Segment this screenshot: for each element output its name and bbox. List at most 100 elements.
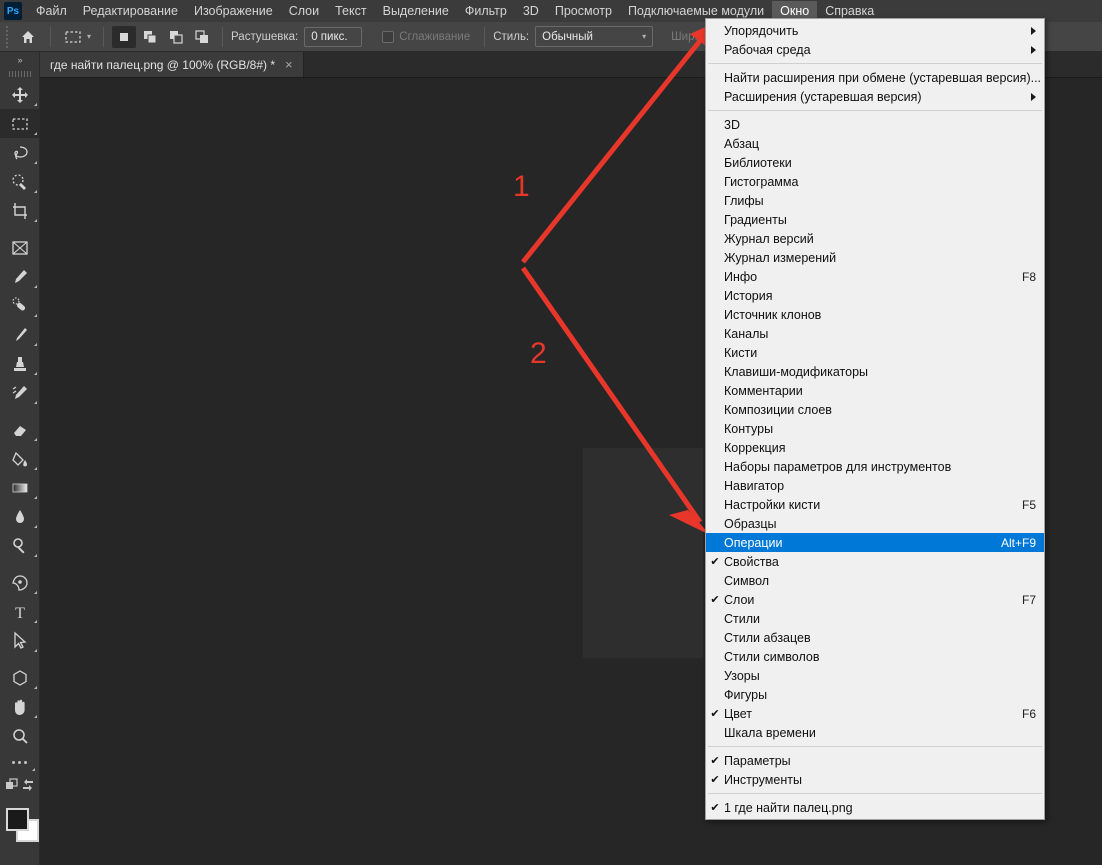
tool-group-indicator xyxy=(34,591,37,594)
menu-item-5[interactable]: Выделение xyxy=(375,1,457,21)
document-canvas[interactable] xyxy=(583,448,703,658)
eraser-tool[interactable] xyxy=(0,415,40,444)
quick-mask-icon[interactable] xyxy=(0,856,39,865)
menu-item-цвет[interactable]: ✔ Цвет F6 xyxy=(706,704,1044,723)
menu-item-шкала-времени[interactable]: Шкала времени xyxy=(706,723,1044,742)
menu-item-инфо[interactable]: Инфо F8 xyxy=(706,267,1044,286)
menu-item-история[interactable]: История xyxy=(706,286,1044,305)
foreground-color-swatch[interactable] xyxy=(6,808,29,831)
menu-item-фигуры[interactable]: Фигуры xyxy=(706,685,1044,704)
frame-tool[interactable] xyxy=(0,233,40,262)
spot-healing-brush-tool[interactable] xyxy=(0,291,40,320)
active-tool-preset-picker[interactable]: ▾ xyxy=(59,27,95,47)
menu-item-6[interactable]: Фильтр xyxy=(457,1,515,21)
menu-item-кисти[interactable]: Кисти xyxy=(706,343,1044,362)
menu-item-0[interactable]: Файл xyxy=(28,1,75,21)
gradient-fill-tool[interactable] xyxy=(0,473,40,502)
menu-item-символ[interactable]: Символ xyxy=(706,571,1044,590)
menu-item-расширения-устаревшая-версия[interactable]: Расширения (устаревшая версия) xyxy=(706,87,1044,106)
menu-item-4[interactable]: Текст xyxy=(327,1,374,21)
edit-toolbar-icon[interactable] xyxy=(4,777,20,798)
menu-item-источник-клонов[interactable]: Источник клонов xyxy=(706,305,1044,324)
path-selection-tool[interactable] xyxy=(0,626,40,655)
add-to-selection-icon[interactable] xyxy=(138,26,162,48)
tool-group-indicator xyxy=(34,132,37,135)
tool-group-indicator xyxy=(34,496,37,499)
ellipsis-icon[interactable] xyxy=(0,750,39,774)
menu-item-стили[interactable]: Стили xyxy=(706,609,1044,628)
move-tool[interactable] xyxy=(0,80,40,109)
subtract-from-selection-icon[interactable] xyxy=(164,26,188,48)
menu-item-свойства[interactable]: ✔ Свойства xyxy=(706,552,1044,571)
crop-tool[interactable] xyxy=(0,196,40,225)
menu-item-абзац[interactable]: Абзац xyxy=(706,134,1044,153)
menu-item-label: Найти расширения при обмене (устаревшая … xyxy=(724,70,1042,85)
menu-item-гистограмма[interactable]: Гистограмма xyxy=(706,172,1044,191)
menu-item-настройки-кисти[interactable]: Настройки кисти F5 xyxy=(706,495,1044,514)
menu-item-градиенты[interactable]: Градиенты xyxy=(706,210,1044,229)
menu-item-наборы-параметров-для-инструментов[interactable]: Наборы параметров для инструментов xyxy=(706,457,1044,476)
menu-item-клавиши-модификаторы[interactable]: Клавиши-модификаторы xyxy=(706,362,1044,381)
feather-input[interactable]: 0 пикс. xyxy=(304,26,363,47)
menu-item-параметры[interactable]: ✔ Параметры xyxy=(706,751,1044,770)
toolbar-grip[interactable] xyxy=(0,68,39,80)
menu-item-стили-символов[interactable]: Стили символов xyxy=(706,647,1044,666)
zoom-tool[interactable] xyxy=(0,721,40,750)
home-icon[interactable] xyxy=(14,22,42,52)
style-select[interactable]: Обычный ▾ xyxy=(535,26,654,47)
menu-item-3[interactable]: Слои xyxy=(281,1,327,21)
menu-item-навигатор[interactable]: Навигатор xyxy=(706,476,1044,495)
menu-item-узоры[interactable]: Узоры xyxy=(706,666,1044,685)
menu-item-упорядочить[interactable]: Упорядочить xyxy=(706,21,1044,40)
menu-item-контуры[interactable]: Контуры xyxy=(706,419,1044,438)
dodge-tool[interactable] xyxy=(0,531,40,560)
menu-item-инструменты[interactable]: ✔ Инструменты xyxy=(706,770,1044,789)
menu-item-8[interactable]: Просмотр xyxy=(547,1,620,21)
intersect-selection-icon[interactable] xyxy=(190,26,214,48)
menu-item-shortcut: F5 xyxy=(1021,497,1036,512)
menu-item-7[interactable]: 3D xyxy=(515,1,547,21)
swap-colors-icon[interactable] xyxy=(20,777,36,798)
brush-icon xyxy=(16,327,27,341)
menu-item-комментарии[interactable]: Комментарии xyxy=(706,381,1044,400)
menu-item-2[interactable]: Изображение xyxy=(186,1,281,21)
menu-item-найти-расширения-при-обмене-устаревшая-версия[interactable]: Найти расширения при обмене (устаревшая … xyxy=(706,68,1044,87)
type-tool[interactable]: T xyxy=(0,597,40,626)
gradient-tool[interactable] xyxy=(0,444,40,473)
close-icon[interactable]: × xyxy=(285,58,293,71)
menu-item-1-где-найти-палец-png[interactable]: ✔ 1 где найти палец.png xyxy=(706,798,1044,817)
menu-item-коррекция[interactable]: Коррекция xyxy=(706,438,1044,457)
menu-item-библиотеки[interactable]: Библиотеки xyxy=(706,153,1044,172)
lasso-tool[interactable] xyxy=(0,138,40,167)
menu-item-3d[interactable]: 3D xyxy=(706,115,1044,134)
menu-item-рабочая-среда[interactable]: Рабочая среда xyxy=(706,40,1044,59)
document-tab[interactable]: где найти палец.png @ 100% (RGB/8#) * × xyxy=(40,52,304,77)
expand-toolbar-button[interactable]: » xyxy=(0,52,39,68)
menu-item-стили-абзацев[interactable]: Стили абзацев xyxy=(706,628,1044,647)
menu-item-слои[interactable]: ✔ Слои F7 xyxy=(706,590,1044,609)
menu-item-журнал-измерений[interactable]: Журнал измерений xyxy=(706,248,1044,267)
antialias-checkbox[interactable] xyxy=(382,30,395,43)
new-selection-icon[interactable] xyxy=(112,25,137,48)
eyedropper-tool[interactable] xyxy=(0,262,40,291)
blur-tool[interactable] xyxy=(0,502,40,531)
menu-item-композиции-слоев[interactable]: Композиции слоев xyxy=(706,400,1044,419)
history-brush-tool[interactable] xyxy=(0,378,40,407)
brush-tool[interactable] xyxy=(0,320,40,349)
pen-tool[interactable] xyxy=(0,568,40,597)
menu-item-label: Журнал версий xyxy=(724,231,814,246)
options-bar-grip[interactable] xyxy=(0,22,10,52)
menu-item-глифы[interactable]: Глифы xyxy=(706,191,1044,210)
menu-item-1[interactable]: Редактирование xyxy=(75,1,186,21)
quick-selection-tool[interactable] xyxy=(0,167,40,196)
menu-item-журнал-версий[interactable]: Журнал версий xyxy=(706,229,1044,248)
rectangular-marquee-tool[interactable] xyxy=(0,109,40,138)
checkmark-icon: ✔ xyxy=(710,708,720,720)
menu-item-образцы[interactable]: Образцы xyxy=(706,514,1044,533)
menu-item-каналы[interactable]: Каналы xyxy=(706,324,1044,343)
menu-item-операции[interactable]: Операции Alt+F9 xyxy=(706,533,1044,552)
hand-tool[interactable] xyxy=(0,692,40,721)
shape-tool[interactable] xyxy=(0,663,40,692)
toolbar-bottom-row xyxy=(0,774,39,800)
clone-stamp-tool[interactable] xyxy=(0,349,40,378)
